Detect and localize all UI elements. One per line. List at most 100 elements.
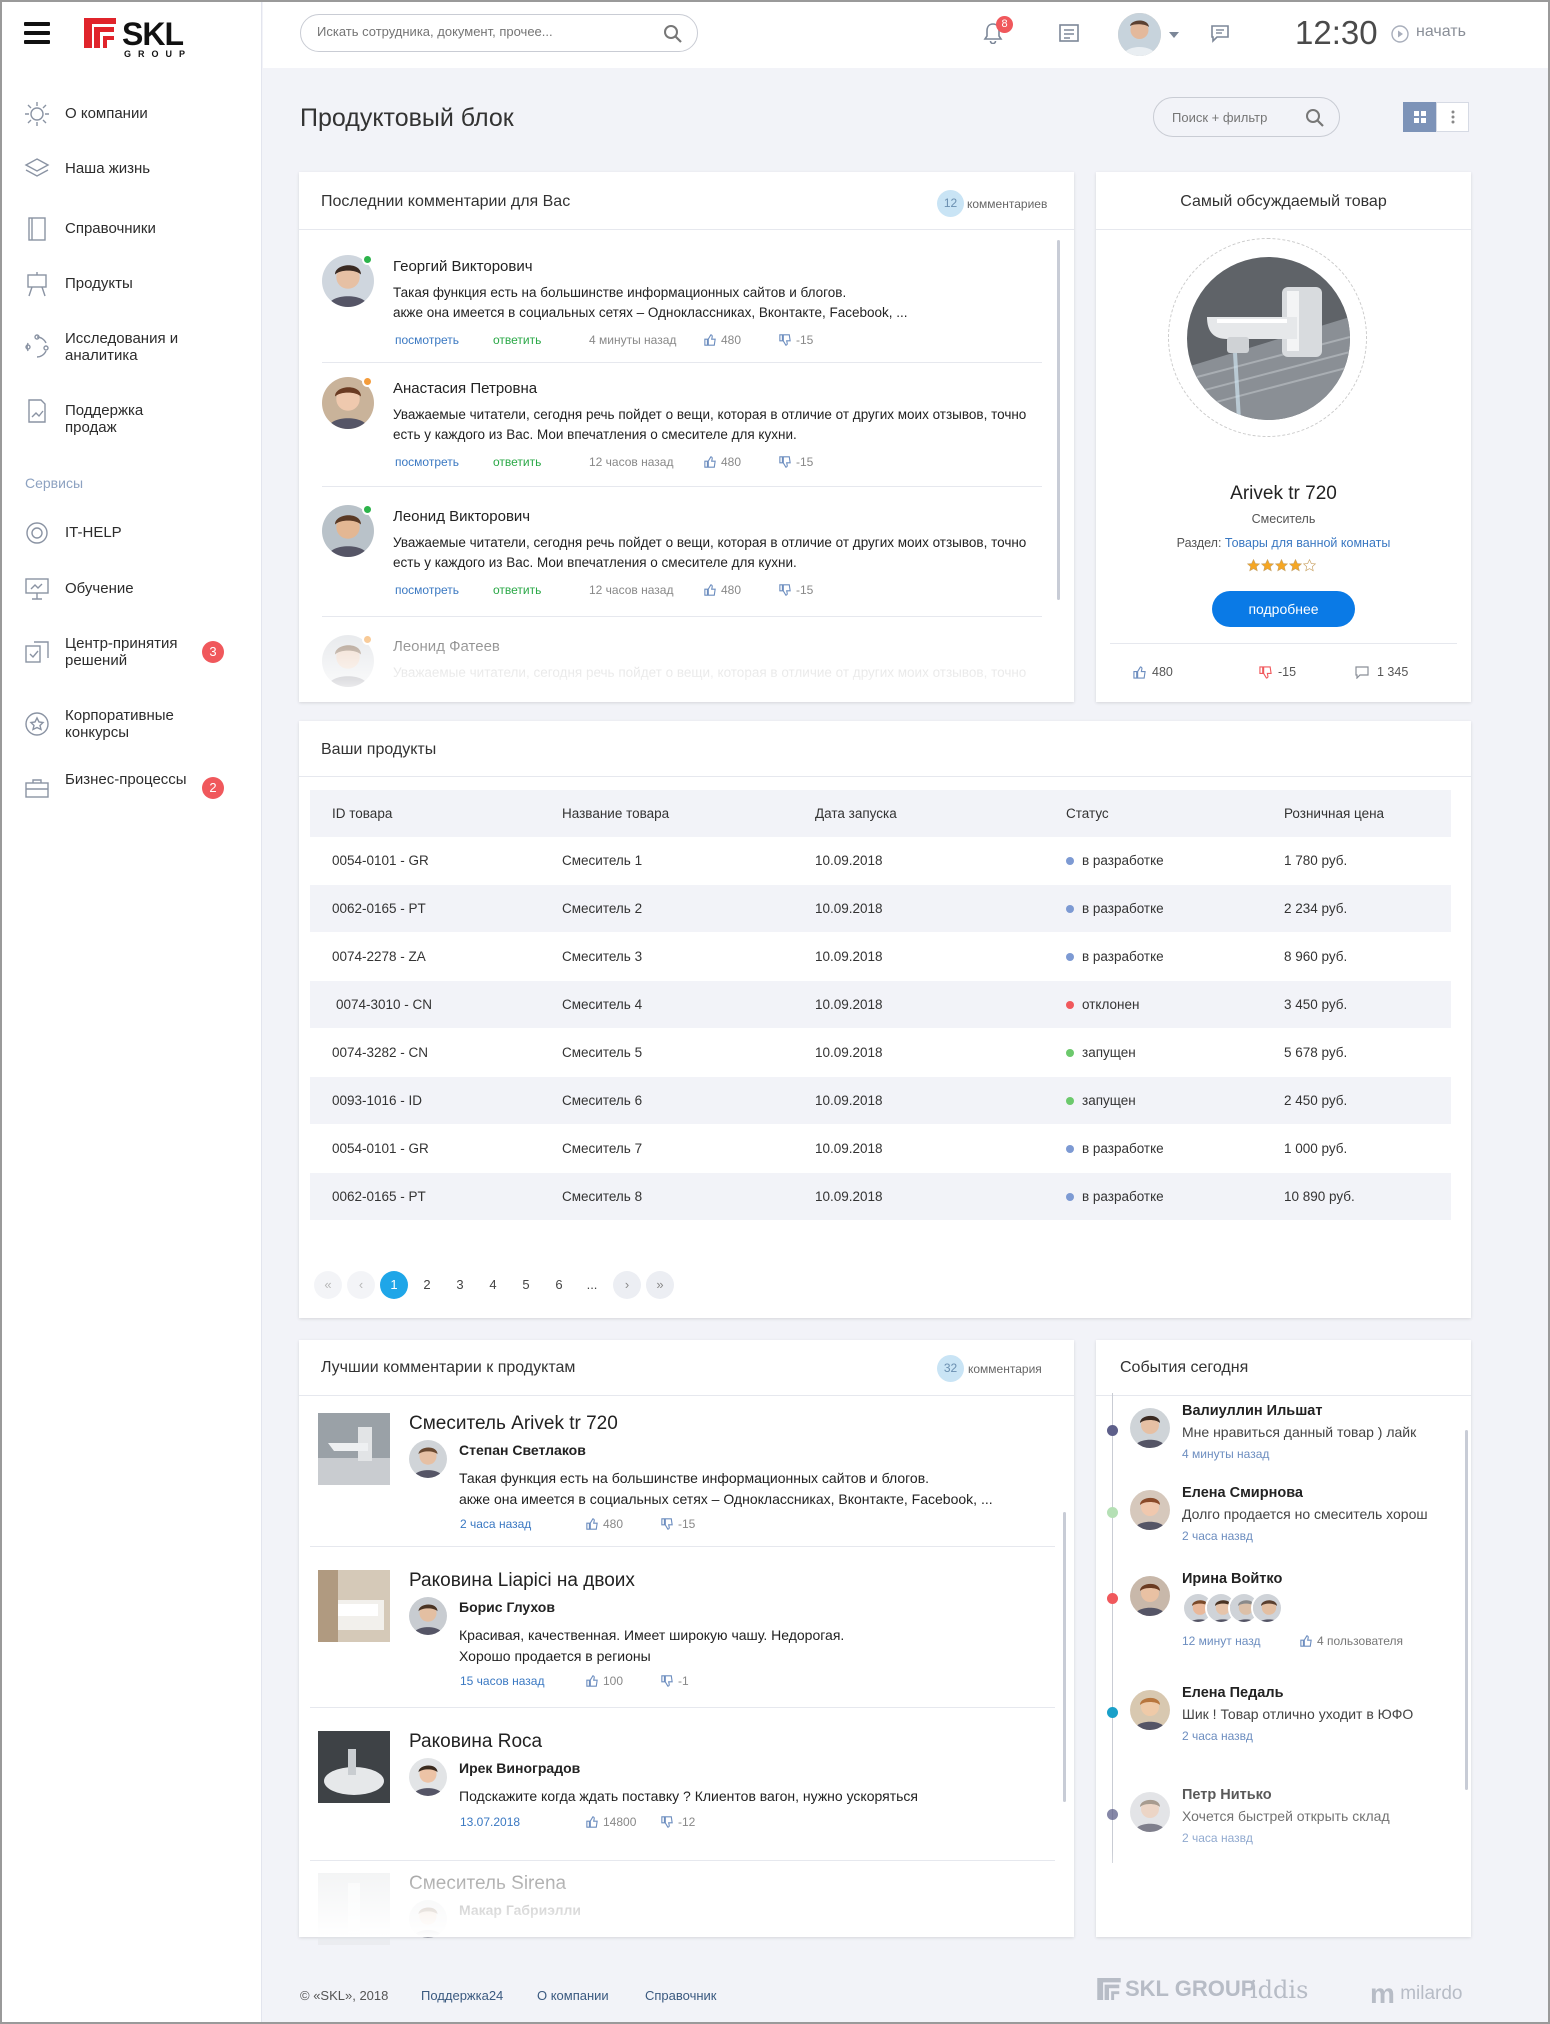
like-button[interactable]: 480 (704, 583, 779, 597)
menu-icon[interactable] (24, 22, 50, 44)
product-thumbnail[interactable] (318, 1570, 390, 1642)
comment-author[interactable]: Степан Светлаков (459, 1442, 586, 1458)
table-row[interactable]: 0062-0165 - PT Смеситель 8 10.09.2018 в раз… (310, 1173, 1451, 1220)
page-first-button[interactable]: « (314, 1271, 342, 1299)
avatar[interactable] (409, 1758, 447, 1796)
footer-link-about[interactable]: О компании (537, 1988, 609, 2003)
view-link[interactable]: посмотреть (395, 583, 493, 597)
product-title[interactable]: Смеситель Arivek tr 720 (409, 1413, 618, 1435)
table-row[interactable]: 0054-0101 - GR Смеситель 7 10.09.2018 в раз… (310, 1125, 1451, 1172)
column-header[interactable]: Розничная цена (1284, 806, 1384, 821)
filter-input[interactable] (1172, 110, 1302, 125)
table-row[interactable]: 0074-2278 - ZA Смеситель 3 10.09.2018 в раз… (310, 933, 1451, 980)
product-title[interactable]: Раковина Liapici на двоих (409, 1570, 635, 1592)
reply-link[interactable]: ответить (493, 333, 589, 347)
global-search[interactable] (300, 14, 698, 52)
search-icon[interactable] (1305, 108, 1325, 128)
product-dislikes[interactable]: -15 (1259, 665, 1296, 679)
logo[interactable]: SKL GROUP (84, 16, 204, 59)
column-header[interactable]: ID товара (332, 806, 392, 821)
search-icon[interactable] (663, 24, 683, 44)
list-view-button[interactable] (1436, 102, 1469, 132)
footer-link-support[interactable]: Поддержка24 (421, 1988, 503, 2003)
dislike-button[interactable]: -12 (661, 1815, 695, 1829)
avatar[interactable] (409, 1440, 447, 1478)
like-button[interactable]: 480 (586, 1517, 661, 1531)
event-author[interactable]: Елена Смирнова (1182, 1485, 1303, 1501)
comment-author[interactable]: Борис Глухов (459, 1599, 555, 1615)
page-ellipsis-button[interactable]: ... (578, 1271, 606, 1299)
page-last-button[interactable]: » (646, 1271, 674, 1299)
partner-logo-skl[interactable]: SKL GROUP (1097, 1976, 1255, 2002)
product-title[interactable]: Раковина Roca (409, 1731, 542, 1753)
reply-link[interactable]: ответить (493, 455, 589, 469)
like-button[interactable]: 480 (704, 333, 779, 347)
like-button[interactable]: 100 (586, 1674, 661, 1688)
event-likes[interactable]: 4 пользователя (1300, 1634, 1403, 1648)
table-row[interactable]: 0054-0101 - GR Смеситель 1 10.09.2018 в раз… (310, 837, 1451, 884)
column-header[interactable]: Название товара (562, 806, 669, 821)
view-link[interactable]: посмотреть (395, 333, 493, 347)
comment-author[interactable]: Ирек Виноградов (459, 1760, 580, 1776)
table-row[interactable]: 0074-3010 - CN Смеситель 4 10.09.2018 откло… (310, 981, 1451, 1028)
event-author[interactable]: Ирина Войтко (1182, 1571, 1282, 1587)
product-comments[interactable]: 1 345 (1355, 665, 1408, 679)
tasks-icon[interactable] (1058, 22, 1080, 44)
product-likes[interactable]: 480 (1133, 665, 1173, 679)
page-6-button[interactable]: 6 (545, 1271, 573, 1299)
avatar[interactable] (1130, 1408, 1170, 1448)
dislike-button[interactable]: -15 (779, 455, 813, 469)
avatar[interactable] (409, 1597, 447, 1635)
details-button[interactable]: подробнее (1212, 591, 1355, 627)
section-link[interactable]: Товары для ванной комнаты (1225, 536, 1390, 550)
start-button[interactable]: начать (1416, 23, 1466, 41)
comment-author[interactable]: Георгий Викторович (393, 258, 533, 275)
avatar[interactable] (1130, 1792, 1170, 1832)
dislike-button[interactable]: -15 (779, 333, 813, 347)
column-header[interactable]: Статус (1066, 806, 1109, 821)
view-link[interactable]: посмотреть (395, 455, 493, 469)
user-avatar[interactable] (1118, 13, 1161, 56)
chevron-down-icon[interactable] (1169, 32, 1179, 38)
dislike-button[interactable]: -1 (661, 1674, 689, 1688)
avatar[interactable] (1130, 1690, 1170, 1730)
product-image[interactable] (1168, 238, 1367, 437)
dislike-button[interactable]: -15 (779, 583, 813, 597)
partner-logo-iddis[interactable]: iddis (1250, 1976, 1308, 2004)
table-row[interactable]: 0062-0165 - PT Смеситель 2 10.09.2018 в раз… (310, 885, 1451, 932)
product-thumbnail[interactable] (318, 1413, 390, 1485)
play-icon[interactable] (1391, 25, 1409, 43)
like-button[interactable]: 480 (704, 455, 779, 469)
page-1-button[interactable]: 1 (380, 1271, 408, 1299)
column-header[interactable]: Дата запуска (815, 806, 897, 821)
comment-author[interactable]: Леонид Викторович (393, 508, 530, 525)
like-button[interactable]: 14800 (586, 1815, 661, 1829)
scrollbar[interactable] (1465, 1430, 1468, 1790)
partner-logo-milardo[interactable]: m milardo (1370, 1978, 1463, 2010)
filter-search[interactable] (1153, 97, 1340, 137)
page-5-button[interactable]: 5 (512, 1271, 540, 1299)
participant-avatar[interactable] (1251, 1592, 1283, 1624)
search-input[interactable] (317, 24, 657, 39)
table-row[interactable]: 0074-3282 - CN Смеситель 5 10.09.2018 запущ… (310, 1029, 1451, 1076)
page-next-button[interactable]: › (613, 1271, 641, 1299)
grid-view-button[interactable] (1403, 102, 1436, 132)
scrollbar[interactable] (1063, 1512, 1066, 1802)
event-author[interactable]: Валиуллин Ильшат (1182, 1403, 1322, 1419)
page-3-button[interactable]: 3 (446, 1271, 474, 1299)
scrollbar[interactable] (1057, 240, 1060, 600)
footer-link-reference[interactable]: Справочник (645, 1988, 717, 2003)
avatar[interactable] (1130, 1490, 1170, 1530)
comment-author[interactable]: Анастасия Петровна (393, 380, 537, 397)
table-row[interactable]: 0093-1016 - ID Смеситель 6 10.09.2018 запущ… (310, 1077, 1451, 1124)
event-author[interactable]: Петр Нитько (1182, 1787, 1272, 1803)
page-4-button[interactable]: 4 (479, 1271, 507, 1299)
product-thumbnail[interactable] (318, 1731, 390, 1803)
page-2-button[interactable]: 2 (413, 1271, 441, 1299)
avatar[interactable] (1130, 1576, 1170, 1616)
page-prev-button[interactable]: ‹ (347, 1271, 375, 1299)
chat-icon[interactable] (1209, 22, 1231, 44)
event-author[interactable]: Елена Педаль (1182, 1685, 1284, 1701)
reply-link[interactable]: ответить (493, 583, 589, 597)
dislike-button[interactable]: -15 (661, 1517, 695, 1531)
